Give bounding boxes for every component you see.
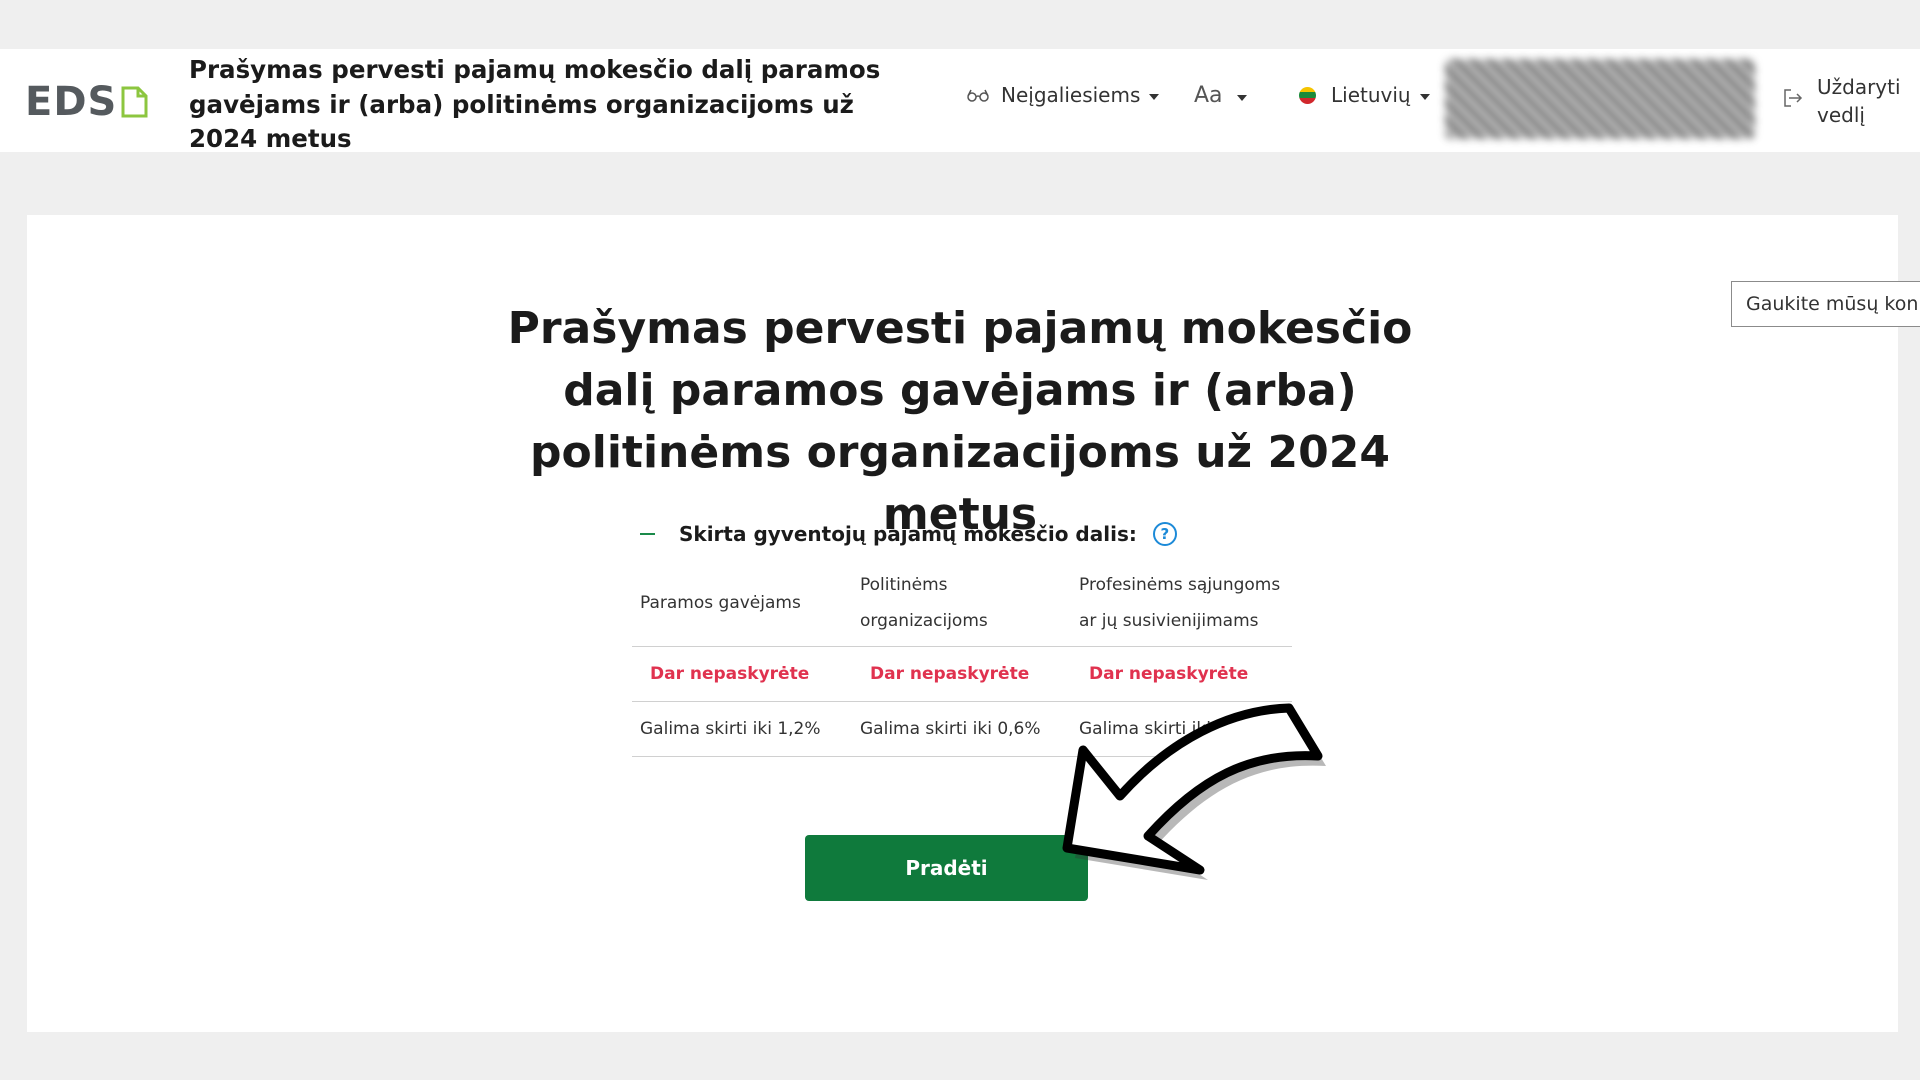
- curved-arrow-icon: [1062, 703, 1326, 880]
- tax-share-section-header[interactable]: Skirta gyventojų pajamų mokesčio dalis: …: [640, 522, 1177, 546]
- column-header: Politinėms organizacijoms: [852, 560, 1071, 647]
- table-header-row: Paramos gavėjams Politinėms organizacijo…: [632, 560, 1292, 647]
- document-icon: [121, 86, 148, 118]
- close-guide-button[interactable]: Uždaryti vedlį: [1783, 73, 1907, 129]
- column-header: Profesinėms sąjungoms ar jų susivienijim…: [1071, 560, 1292, 647]
- status-cell: Dar nepaskyrėte: [852, 646, 1071, 702]
- status-cell: Dar nepaskyrėte: [632, 646, 852, 702]
- contact-us-tab[interactable]: Gaukite mūsų kon: [1731, 281, 1920, 327]
- font-size-label: Aa: [1194, 83, 1223, 108]
- help-icon[interactable]: ?: [1152, 522, 1177, 546]
- column-header: Paramos gavėjams: [632, 560, 852, 647]
- limit-cell: Galima skirti iki 1,2%: [632, 701, 852, 757]
- glasses-icon: [967, 89, 989, 102]
- language-label: Lietuvių: [1331, 83, 1411, 107]
- page-title: Prašymas pervesti pajamų mokesčio dalį p…: [507, 303, 1413, 540]
- header-title: Prašymas pervesti pajamų mokesčio dalį p…: [189, 55, 881, 153]
- lithuania-flag-icon: [1299, 86, 1316, 104]
- caret-down-icon: [1419, 94, 1430, 100]
- top-header: EDS Prašymas pervesti pajamų mokesčio da…: [0, 49, 1920, 153]
- user-info-blurred: [1445, 59, 1755, 139]
- language-menu[interactable]: Lietuvių: [1299, 83, 1430, 107]
- collapse-icon[interactable]: [640, 533, 655, 535]
- logout-icon: [1784, 89, 1803, 107]
- eds-logo[interactable]: EDS: [25, 79, 148, 125]
- accessibility-menu[interactable]: Neįgaliesiems: [967, 83, 1160, 107]
- caret-down-icon: [1149, 94, 1160, 100]
- font-size-menu[interactable]: Aa: [1194, 83, 1247, 108]
- section-label: Skirta gyventojų pajamų mokesčio dalis:: [679, 522, 1137, 546]
- logo-text: EDS: [25, 79, 118, 125]
- limit-cell: Galima skirti iki 0,6%: [852, 701, 1071, 757]
- caret-down-icon: [1236, 94, 1247, 101]
- close-guide-label: Uždaryti vedlį: [1817, 75, 1901, 127]
- accessibility-label: Neįgaliesiems: [1001, 83, 1141, 107]
